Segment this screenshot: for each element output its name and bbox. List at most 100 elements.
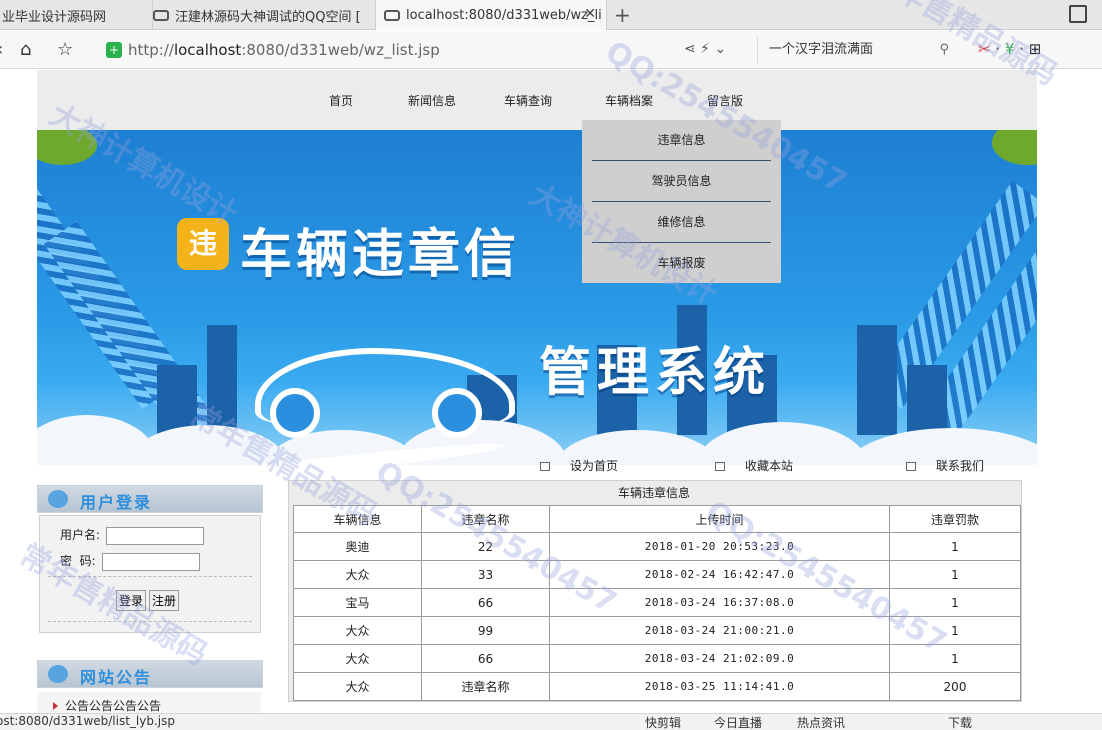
notice-panel-title: 网站公告 (80, 668, 153, 687)
table-title: 车辆违章信息 (617, 486, 690, 500)
status-item-download[interactable]: 下载 (948, 714, 972, 730)
browser-tab[interactable]: 业毕业设计源码网 (0, 0, 140, 30)
table-cell: 1 (889, 560, 1021, 589)
home-icon (540, 462, 550, 471)
utility-links: 设为首页 收藏本站 联系我们 (37, 455, 1037, 477)
table-cell: 1 (889, 588, 1021, 617)
browser-status-bar: ost:8080/d331web/list_lyb.jsp 快剪辑 今日直播 热… (0, 713, 1102, 730)
search-text: 一个汉字泪流满面 (769, 42, 874, 57)
bookmark-star-icon[interactable]: ☆ (57, 39, 73, 60)
login-panel-title: 用户登录 (80, 493, 153, 512)
table-row: 大众 99 2018-03-24 21:00:21.0 1 (293, 616, 1021, 645)
violation-table-panel: 车辆违章信息 车辆信息 违章名称 上传时间 违章罚款 奥迪 22 2018-01-2… (288, 480, 1022, 702)
browser-tab-active[interactable]: localhost:8080/d331web/wz_li ✕ (375, 0, 607, 30)
dropdown-item-repairs[interactable]: 维修信息 (592, 202, 771, 243)
table-cell: 33 (421, 560, 550, 589)
bookmark-link[interactable]: 收藏本站 (715, 457, 793, 474)
new-tab-icon[interactable]: + (614, 3, 631, 27)
register-button[interactable]: 注册 (149, 590, 180, 611)
login-panel-header: 用户登录 (37, 485, 263, 513)
url-input[interactable]: + http://localhost:8080/d331web/wz_list.… (100, 36, 750, 64)
dropdown-item-drivers[interactable]: 驾驶员信息 (592, 161, 771, 202)
table-cell: 2018-03-24 21:02:09.0 (549, 644, 890, 673)
column-header: 违章罚款 (889, 505, 1021, 533)
url-text: http://localhost:8080/d331web/wz_list.js… (128, 41, 440, 59)
table-cell: 99 (421, 616, 550, 645)
table-cell: 66 (421, 644, 550, 673)
nav-news[interactable]: 新闻信息 (408, 92, 456, 109)
contact-link[interactable]: 联系我们 (906, 457, 984, 474)
table-header-row: 车辆信息 违章名称 上传时间 违章罚款 (293, 505, 1021, 533)
table-cell: 大众 (293, 644, 422, 673)
password-field[interactable] (101, 552, 200, 571)
archive-dropdown-menu: 违章信息 驾驶员信息 维修信息 车辆报废 (582, 120, 781, 283)
table-cell: 1 (889, 616, 1021, 645)
users-icon (48, 665, 68, 683)
leaves-decor (992, 130, 1037, 165)
table-cell: 2018-03-24 16:37:08.0 (549, 588, 890, 617)
table-row: 大众 33 2018-02-24 16:42:47.0 1 (293, 560, 1021, 589)
address-bar: ‹ ⌂ ☆ + http://localhost:8080/d331web/wz… (0, 31, 1102, 69)
dropdown-item-violations[interactable]: 违章信息 (592, 120, 771, 161)
home-icon[interactable]: ⌂ (20, 39, 31, 60)
extension-icons[interactable]: ✂ · ¥ · ⊞ (978, 40, 1041, 58)
status-item-live[interactable]: 今日直播 (714, 714, 762, 730)
status-url: ost:8080/d331web/list_lyb.jsp (0, 714, 175, 728)
username-label: 用户名: (60, 528, 101, 542)
table-cell: 66 (421, 588, 550, 617)
set-home-link[interactable]: 设为首页 (540, 457, 618, 474)
city-building (157, 365, 197, 435)
table-cell: 奥迪 (293, 532, 422, 561)
column-header: 上传时间 (549, 505, 890, 533)
login-form: 用户名: 密 码: 登录 注册 (39, 515, 261, 633)
search-icon[interactable]: ⚲ (939, 36, 949, 64)
favicon-icon (153, 9, 169, 21)
login-button[interactable]: 登录 (116, 590, 147, 611)
table-cell: 2018-02-24 16:42:47.0 (549, 560, 890, 589)
share-icon[interactable]: ⋖ ⚡ ⌄ (684, 41, 726, 57)
nav-vehicle-search[interactable]: 车辆查询 (504, 92, 552, 109)
banner-title-line2: 管理系统 (539, 343, 772, 403)
city-building (907, 365, 947, 435)
table-cell: 宝马 (293, 588, 422, 617)
table-row: 宝马 66 2018-03-24 16:37:08.0 1 (293, 588, 1021, 617)
hero-banner: 违 车辆违章信 管理系统 (37, 130, 1037, 465)
favicon-icon (384, 9, 400, 21)
nav-vehicle-archive[interactable]: 车辆档案 (605, 92, 653, 109)
table-cell: 违章名称 (421, 672, 550, 701)
close-tab-icon[interactable]: ✕ (584, 6, 596, 22)
table-cell: 1 (889, 644, 1021, 673)
skin-icon[interactable] (1069, 5, 1087, 23)
back-icon[interactable]: ‹ (0, 39, 3, 60)
table-cell: 大众 (293, 560, 422, 589)
status-item-clip[interactable]: 快剪辑 (645, 714, 681, 730)
city-building (857, 325, 897, 435)
search-input[interactable]: 一个汉字泪流满面 ⚲ (757, 36, 957, 64)
car-wheel (432, 388, 482, 438)
username-field[interactable] (105, 526, 204, 545)
login-buttons: 登录 注册 (116, 590, 182, 611)
table-row: 奥迪 22 2018-01-20 20:53:23.0 1 (293, 532, 1021, 561)
password-label: 密 码: (60, 554, 96, 568)
nav-home[interactable]: 首页 (329, 92, 353, 109)
dropdown-item-scrap[interactable]: 车辆报废 (592, 243, 771, 284)
browser-tab[interactable]: 汪建林源码大神调试的QQ空间 [ (152, 0, 374, 30)
status-item-news[interactable]: 热点资讯 (797, 714, 845, 730)
notice-panel-header: 网站公告 (37, 660, 263, 688)
nav-guestbook[interactable]: 留言版 (707, 92, 743, 109)
table-cell: 22 (421, 532, 550, 561)
bookmark-icon (715, 462, 725, 471)
password-row: 密 码: (60, 552, 200, 571)
notice-panel: 网站公告 公告公告公告公告 (37, 660, 263, 730)
column-header: 违章名称 (421, 505, 550, 533)
violation-table: 车辆信息 违章名称 上传时间 违章罚款 奥迪 22 2018-01-20 20:53… (293, 505, 1021, 701)
leaves-decor (37, 130, 97, 165)
sidebar: 用户登录 用户名: 密 码: 登录 注册 网站公告 公告公告公告公告 (37, 485, 263, 730)
tab-label: 汪建林源码大神调试的QQ空间 [ (175, 9, 361, 25)
website: 首页 新闻信息 车辆查询 车辆档案 留言版 违章信息 驾驶员信息 维修信息 车辆… (37, 70, 1037, 730)
table-cell: 大众 (293, 616, 422, 645)
car-wheel (270, 388, 320, 438)
secure-icon: + (106, 42, 122, 58)
username-row: 用户名: (60, 526, 204, 545)
mail-icon (906, 462, 916, 471)
